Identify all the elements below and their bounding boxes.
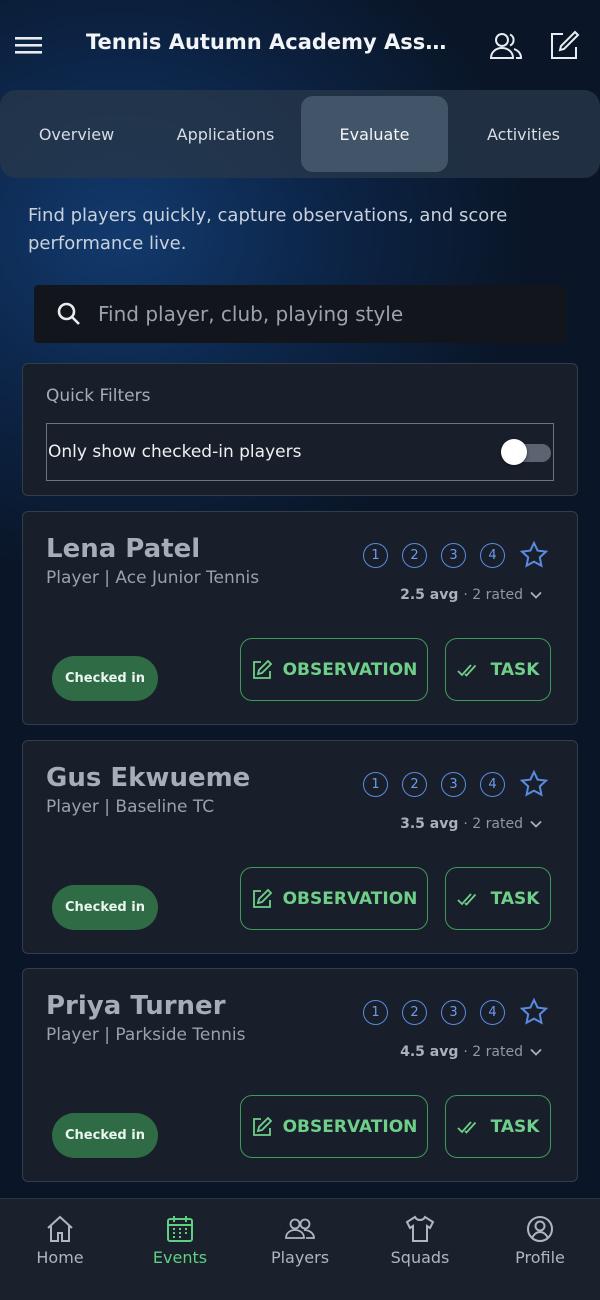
rated-count: · 2 rated	[463, 1044, 523, 1060]
task-label: TASK	[490, 1116, 540, 1137]
rating-option-4[interactable]: 4	[480, 999, 505, 1025]
edit-icon[interactable]	[546, 28, 582, 64]
quick-filters-label: Quick Filters	[46, 386, 151, 406]
task-label: TASK	[490, 659, 540, 680]
add-task-button[interactable]: TASK	[445, 1095, 551, 1158]
chevron-down-icon	[530, 820, 542, 828]
tab-applications[interactable]: Applications	[152, 96, 299, 172]
player-subtitle: Player | Ace Junior Tennis	[46, 568, 260, 588]
chevron-down-icon	[530, 591, 542, 599]
rating-option-3[interactable]: 3	[441, 771, 466, 797]
add-observation-button[interactable]: OBSERVATION	[240, 867, 428, 930]
status-badge: Checked in	[52, 656, 158, 701]
star-favorite-icon[interactable]	[519, 540, 549, 570]
player-card: Priya Turner Player | Parkside Tennis 12…	[22, 968, 578, 1182]
rating-option-2[interactable]: 2	[402, 771, 427, 797]
rating-summary-dropdown[interactable]: 3.5 avg · 2 rated	[400, 816, 543, 832]
average-score: 3.5 avg	[400, 816, 459, 832]
player-name: Priya Turner	[46, 991, 226, 1021]
calendar-icon	[167, 1216, 193, 1242]
nav-profile-label: Profile	[515, 1248, 565, 1267]
hamburger-menu-icon[interactable]	[14, 30, 44, 60]
nav-home[interactable]: Home	[0, 1199, 120, 1300]
nav-events-label: Events	[152, 1248, 208, 1267]
nav-players-label: Players	[270, 1248, 330, 1267]
toggle-knob	[501, 439, 527, 465]
rating-controls: 1234	[363, 769, 549, 799]
double-check-icon	[456, 892, 476, 906]
rating-option-4[interactable]: 4	[480, 771, 505, 797]
players-icon	[285, 1218, 315, 1239]
task-label: TASK	[490, 888, 540, 909]
star-favorite-icon[interactable]	[519, 997, 549, 1027]
profile-icon	[527, 1216, 553, 1242]
nav-squads[interactable]: Squads	[360, 1199, 480, 1300]
observation-label: OBSERVATION	[282, 888, 418, 909]
rating-option-1[interactable]: 1	[363, 771, 388, 797]
player-subtitle: Player | Baseline TC	[46, 797, 215, 817]
double-check-icon	[456, 663, 476, 677]
page-title: Tennis Autumn Academy Assessment	[86, 30, 452, 54]
player-card: Gus Ekwueme Player | Baseline TC 1234 3.…	[22, 740, 578, 954]
home-icon	[47, 1215, 73, 1242]
rating-summary-dropdown[interactable]: 4.5 avg · 2 rated	[400, 1044, 543, 1060]
player-name: Gus Ekwueme	[46, 763, 251, 793]
rating-controls: 1234	[363, 997, 549, 1027]
tab-bar: Overview Applications Evaluate Activitie…	[0, 90, 600, 178]
tab-activities[interactable]: Activities	[450, 96, 597, 172]
rating-option-4[interactable]: 4	[480, 542, 505, 568]
status-badge: Checked in	[52, 1113, 158, 1158]
nav-home-label: Home	[36, 1248, 84, 1267]
checked-in-toggle[interactable]	[501, 439, 551, 465]
observation-label: OBSERVATION	[282, 1116, 418, 1137]
rating-summary-dropdown[interactable]: 2.5 avg · 2 rated	[400, 587, 543, 603]
rating-option-2[interactable]: 2	[402, 999, 427, 1025]
rated-count: · 2 rated	[463, 587, 523, 603]
chevron-down-icon	[530, 1048, 542, 1056]
rating-option-3[interactable]: 3	[441, 999, 466, 1025]
shirt-icon	[405, 1215, 435, 1242]
double-check-icon	[456, 1120, 476, 1134]
player-subtitle: Player | Parkside Tennis	[46, 1025, 246, 1045]
rated-count: · 2 rated	[463, 816, 523, 832]
rating-controls: 1234	[363, 540, 549, 570]
rating-option-1[interactable]: 1	[363, 999, 388, 1025]
app-header: Tennis Autumn Academy Assessment	[0, 0, 600, 92]
bottom-navigation: Home Events Players Squads Profile	[0, 1198, 600, 1300]
player-card: Lena Patel Player | Ace Junior Tennis 12…	[22, 511, 578, 725]
nav-profile[interactable]: Profile	[480, 1199, 600, 1300]
add-task-button[interactable]: TASK	[445, 638, 551, 701]
edit-note-icon	[252, 888, 272, 908]
add-task-button[interactable]: TASK	[445, 867, 551, 930]
edit-note-icon	[252, 1116, 272, 1136]
tab-evaluate[interactable]: Evaluate	[301, 96, 448, 172]
participants-icon[interactable]	[488, 28, 524, 64]
status-badge: Checked in	[52, 885, 158, 930]
search-input[interactable]	[98, 302, 538, 326]
observation-label: OBSERVATION	[282, 659, 418, 680]
player-search	[34, 285, 566, 343]
checked-in-filter-label: Only show checked-in players	[48, 442, 302, 462]
checked-in-filter-row[interactable]: Only show checked-in players	[46, 423, 554, 481]
nav-players[interactable]: Players	[240, 1199, 360, 1300]
add-observation-button[interactable]: OBSERVATION	[240, 638, 428, 701]
rating-option-2[interactable]: 2	[402, 542, 427, 568]
edit-note-icon	[252, 659, 272, 679]
quick-filters-panel: Quick Filters Only show checked-in playe…	[22, 363, 578, 496]
tab-overview[interactable]: Overview	[3, 96, 150, 172]
search-icon	[57, 302, 80, 325]
nav-squads-label: Squads	[390, 1248, 450, 1267]
player-name: Lena Patel	[46, 534, 201, 564]
intro-text: Find players quickly, capture observatio…	[28, 205, 508, 254]
average-score: 4.5 avg	[400, 1044, 459, 1060]
nav-events[interactable]: Events	[120, 1199, 240, 1300]
add-observation-button[interactable]: OBSERVATION	[240, 1095, 428, 1158]
rating-option-3[interactable]: 3	[441, 542, 466, 568]
star-favorite-icon[interactable]	[519, 769, 549, 799]
rating-option-1[interactable]: 1	[363, 542, 388, 568]
average-score: 2.5 avg	[400, 587, 459, 603]
